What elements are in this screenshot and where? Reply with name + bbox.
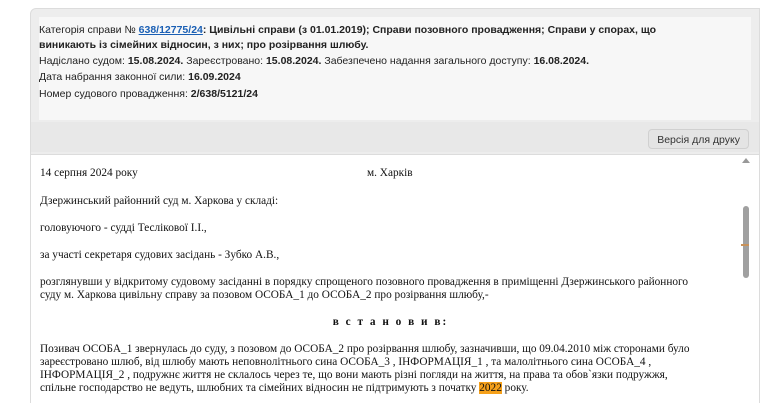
case-panel: Категорія справи № 638/12775/24: Цивільн… (30, 8, 760, 405)
edge-marker (741, 244, 749, 246)
category-text: : Цивільні справи (з 01.01.2019); Справи… (202, 24, 656, 36)
doc-claim-3: ІНФОРМАЦІЯ_2 , подружнє життя не склалос… (40, 369, 668, 381)
category-text-2: виникають із сімейних відносин, з них; п… (39, 39, 369, 51)
effective-line: Дата набрання законної сили: 16.09.2024 (39, 70, 241, 85)
dates-line: Надіслано судом: 15.08.2024. Зареєстрова… (39, 54, 589, 69)
effective-label: Дата набрання законної сили: (39, 71, 186, 83)
doc-review-2: суду м. Харкова цивільну справу за позов… (40, 289, 489, 301)
sent-label: Надіслано судом: (39, 55, 125, 67)
print-version-button[interactable]: Версія для друку (648, 129, 749, 149)
document-scrollbar[interactable] (741, 154, 751, 404)
category-label: Категорія справи № (39, 24, 136, 36)
doc-date: 14 серпня 2024 року (40, 167, 138, 179)
proceeding-line: Номер судового провадження: 2/638/5121/2… (39, 87, 258, 102)
doc-established-heading: в с т а н о в и в: (332, 316, 449, 328)
doc-claim-1: Позивач ОСОБА_1 звернулась до суду, з по… (40, 343, 690, 355)
case-category-line: Категорія справи № 638/12775/24: Цивільн… (39, 23, 656, 38)
proceeding-number: 2/638/5121/24 (190, 88, 258, 100)
scroll-thumb[interactable] (743, 206, 749, 278)
case-metadata: Категорія справи № 638/12775/24: Цивільн… (39, 17, 751, 120)
doc-claim-4-text: спільне господарство не ведуть, шлюбних … (40, 382, 480, 394)
effective-date: 16.09.2024 (188, 71, 241, 83)
access-label: Забезпечено надання загального доступу: (324, 55, 531, 67)
doc-city: м. Харків (367, 167, 413, 179)
case-number-link[interactable]: 638/12775/24 (139, 24, 203, 36)
doc-review-1: розглянувши у відкритому судовому засіда… (40, 276, 689, 288)
doc-claim-4-end: року. (501, 382, 529, 394)
proceeding-label: Номер судового провадження: (39, 88, 188, 100)
doc-judge: головуючого - судді Теслікової І.І., (40, 222, 207, 234)
registered-label: Зареєстровано: (186, 55, 264, 67)
case-category-line-2: виникають із сімейних відносин, з них; п… (39, 38, 368, 53)
doc-secretary: за участі секретаря судових засідань - З… (40, 249, 280, 261)
access-date: 16.08.2024. (533, 55, 590, 67)
registered-date: 15.08.2024. (265, 55, 322, 67)
scroll-up-arrow-icon[interactable] (742, 158, 750, 163)
document-viewer[interactable]: 14 серпня 2024 року м. Харків Дзержинськ… (31, 154, 759, 405)
sent-date: 15.08.2024. (127, 55, 184, 67)
doc-date-line: 14 серпня 2024 року м. Харків (40, 167, 741, 180)
doc-court: Дзержинський районний суд м. Харкова у с… (40, 195, 279, 207)
doc-claim-2: зареєстровано шлюб, від шлюбу мають непо… (40, 356, 652, 368)
highlighted-year: 2022 (479, 382, 502, 394)
doc-claim-4: спільне господарство не ведуть, шлюбних … (40, 382, 741, 395)
